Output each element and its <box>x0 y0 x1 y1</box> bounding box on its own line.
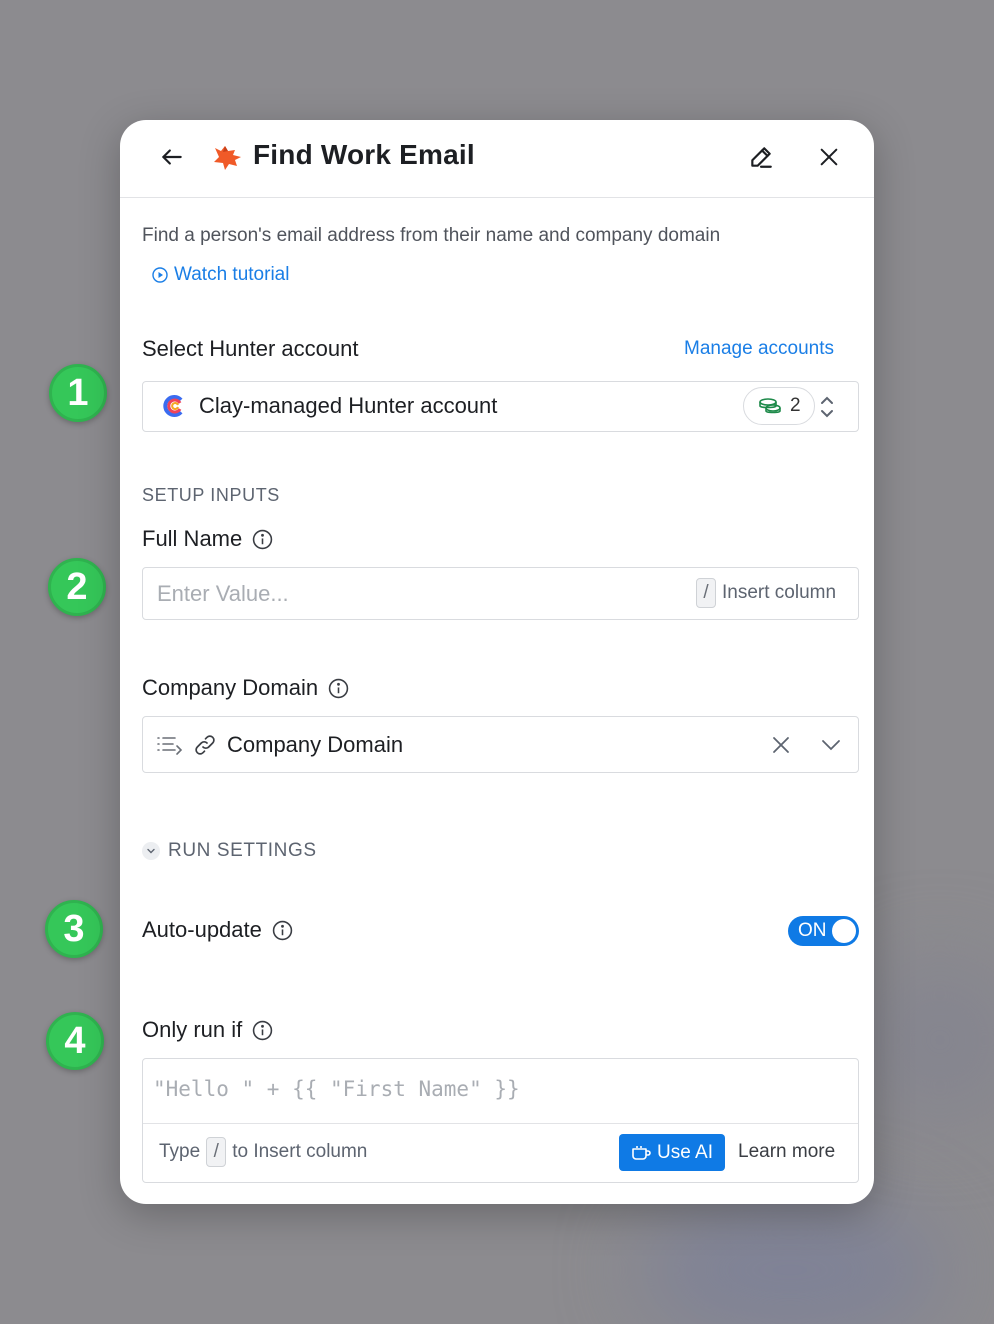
formula-placeholder: "Hello " + {{ "First Name" }} <box>153 1077 520 1101</box>
insert-column-label: Insert column <box>722 582 837 603</box>
full-name-label: Full Name <box>142 526 273 552</box>
edit-button[interactable] <box>744 140 778 174</box>
modal-header: Find Work Email <box>120 120 874 198</box>
company-domain-label: Company Domain <box>142 675 349 701</box>
clear-icon[interactable] <box>769 733 793 757</box>
modal-title: Find Work Email <box>253 139 475 170</box>
hunter-fox-logo <box>210 140 244 174</box>
back-button[interactable] <box>156 141 188 173</box>
slash-key: / <box>696 578 716 608</box>
insert-column-button[interactable]: / Insert column <box>696 578 836 608</box>
background-blur <box>640 1200 940 1324</box>
info-icon[interactable] <box>272 920 293 941</box>
slash-key: / <box>206 1137 227 1167</box>
watch-tutorial-link[interactable]: Watch tutorial <box>152 264 289 286</box>
company-domain-select[interactable]: Company Domain <box>142 716 859 773</box>
info-icon[interactable] <box>252 529 273 550</box>
setup-inputs-heading: SETUP INPUTS <box>142 485 280 505</box>
toggle-knob <box>832 919 856 943</box>
use-ai-button[interactable]: Use AI <box>619 1134 725 1171</box>
info-icon[interactable] <box>328 678 349 699</box>
divider <box>143 1123 858 1124</box>
close-icon <box>820 148 838 166</box>
auto-update-toggle[interactable]: ON <box>788 916 859 946</box>
arrow-left-icon <box>162 149 182 165</box>
chevron-down-icon <box>142 842 160 860</box>
credits-count: 2 <box>790 395 801 416</box>
selected-account: Clay-managed Hunter account <box>199 393 498 418</box>
manage-accounts-link[interactable]: Manage accounts <box>684 338 834 360</box>
full-name-placeholder: Enter Value... <box>157 581 289 606</box>
pencil-icon <box>751 147 772 168</box>
hint-suffix: to Insert column <box>232 1141 368 1162</box>
step-badge-4: 4 <box>46 1012 104 1070</box>
toggle-state: ON <box>798 920 827 941</box>
run-settings-heading: RUN SETTINGS <box>168 840 317 861</box>
coins-icon <box>759 398 781 414</box>
clay-logo-icon <box>163 395 183 417</box>
coffee-cup-icon <box>632 1145 651 1160</box>
step-badge-2: 2 <box>48 558 106 616</box>
hint-prefix: Type <box>159 1141 201 1162</box>
close-button[interactable] <box>812 140 846 174</box>
auto-update-label: Auto-update <box>142 917 293 943</box>
auto-update-label-text: Auto-update <box>142 917 262 942</box>
account-label-text: Select Hunter account <box>142 336 359 361</box>
company-domain-label-text: Company Domain <box>142 675 319 700</box>
use-ai-label: Use AI <box>657 1141 713 1163</box>
company-domain-value: Company Domain <box>227 732 404 757</box>
only-run-if-label-text: Only run if <box>142 1017 243 1042</box>
step-badge-3: 3 <box>45 900 103 958</box>
play-circle-icon <box>152 267 168 283</box>
enrichment-modal: Find Work Email Find a person's email ad… <box>120 120 874 1204</box>
full-name-label-text: Full Name <box>142 526 243 551</box>
account-select[interactable]: Clay-managed Hunter account 2 <box>142 381 859 432</box>
step-badge-1: 1 <box>49 364 107 422</box>
link-icon <box>195 735 215 755</box>
account-label: Select Hunter account <box>142 336 358 362</box>
only-run-if-editor[interactable]: "Hello " + {{ "First Name" }} Type / to … <box>142 1058 859 1183</box>
list-arrow-icon <box>157 737 183 755</box>
background-blur <box>860 960 994 1120</box>
info-icon[interactable] <box>252 1020 273 1041</box>
chevron-updown-icon[interactable] <box>819 394 835 420</box>
full-name-input[interactable]: Enter Value... / Insert column <box>142 567 859 620</box>
watch-tutorial-label: Watch tutorial <box>174 264 290 285</box>
run-settings-toggle[interactable]: RUN SETTINGS <box>142 840 317 862</box>
enrichment-description: Find a person's email address from their… <box>142 225 721 246</box>
chevron-down-icon[interactable] <box>819 733 843 757</box>
insert-column-hint: Type / to Insert column <box>159 1137 367 1167</box>
learn-more-link[interactable]: Learn more <box>738 1141 835 1163</box>
only-run-if-label: Only run if <box>142 1017 273 1043</box>
credits-badge: 2 <box>743 387 815 425</box>
